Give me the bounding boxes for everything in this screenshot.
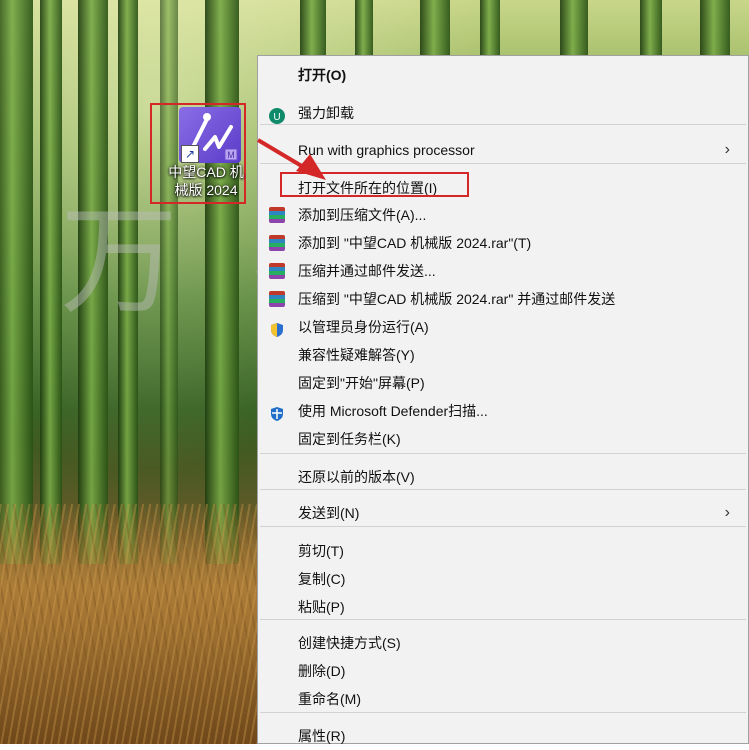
context-menu-item[interactable]: 创建快捷方式(S) [258,629,748,657]
context-menu: 打开(O) U 强力卸载 Run with graphics processor › 打开… [257,55,749,744]
context-menu-item[interactable]: 属性(R) [258,722,748,750]
menu-item-label: 粘贴(P) [298,599,345,615]
bamboo-stalk [78,0,108,564]
menu-separator [260,163,746,164]
bamboo-stalk [205,0,239,564]
menu-item-label: 添加到压缩文件(A)... [298,207,427,223]
chevron-right-icon: › [724,504,730,521]
menu-separator [260,489,746,490]
menu-item-label: 压缩并通过邮件发送... [298,263,436,279]
context-menu-item[interactable]: 固定到"开始"屏幕(P) [258,369,748,397]
uninstall-icon: U [269,105,285,124]
winrar-icon [269,263,285,279]
bamboo-stalk [0,0,33,564]
context-menu-item[interactable]: 固定到任务栏(K) [258,425,748,453]
shortcut-arrow-icon: ↗ [181,145,199,163]
context-menu-item[interactable]: 以管理员身份运行(A) [258,313,748,341]
menu-item-label: 压缩到 "中望CAD 机械版 2024.rar" 并通过邮件发送 [298,291,616,307]
context-menu-item[interactable]: 兼容性疑难解答(Y) [258,341,748,369]
menu-item-label: 发送到(N) [298,505,360,521]
context-menu-item[interactable]: 压缩到 "中望CAD 机械版 2024.rar" 并通过邮件发送 [258,285,748,313]
menu-item-highlight-box [280,172,469,197]
context-menu-item[interactable]: 删除(D) [258,657,748,685]
chevron-right-icon: › [724,141,730,158]
winrar-icon [269,291,285,307]
context-menu-item[interactable]: U 强力卸载 [258,99,748,127]
menu-item-label: 以管理员身份运行(A) [298,319,429,335]
menu-item-label: 添加到 "中望CAD 机械版 2024.rar"(T) [298,235,532,251]
svg-text:U: U [273,112,280,123]
menu-item-label: 固定到任务栏(K) [298,431,401,447]
context-menu-item[interactable]: 发送到(N) › [258,499,748,527]
menu-item-label: 兼容性疑难解答(Y) [298,347,415,363]
menu-separator [260,526,746,527]
context-menu-item[interactable]: 添加到 "中望CAD 机械版 2024.rar"(T) [258,229,748,257]
menu-item-label: 使用 Microsoft Defender扫描... [298,403,488,419]
menu-item-label: 固定到"开始"屏幕(P) [298,375,425,391]
winrar-icon [269,235,285,251]
bamboo-stalk [40,0,62,564]
menu-item-label: 剪切(T) [298,543,344,559]
menu-item-label: 删除(D) [298,663,346,679]
menu-item-label: 复制(C) [298,571,346,587]
context-menu-item[interactable]: 使用 Microsoft Defender扫描... [258,397,748,425]
menu-item-label: 打开(O) [298,67,347,83]
context-menu-item[interactable]: 添加到压缩文件(A)... [258,201,748,229]
menu-separator [260,453,746,454]
context-menu-item[interactable]: 复制(C) [258,565,748,593]
menu-item-label: 重命名(M) [298,691,361,707]
menu-separator [260,124,746,125]
desktop-icon-label[interactable]: 中望CAD 机械版 2024 [166,163,246,199]
menu-item-label: Run with graphics processor [298,142,475,158]
winrar-icon [269,207,285,223]
context-menu-item[interactable]: 还原以前的版本(V) [258,463,748,491]
context-menu-item[interactable]: Run with graphics processor › [258,136,748,164]
context-menu-item[interactable]: 剪切(T) [258,537,748,565]
context-menu-item[interactable]: 粘贴(P) [258,593,748,621]
bamboo-stalk [118,0,138,564]
menu-separator [260,712,746,713]
desktop-shortcut-zwcad[interactable]: M ↗ 中望CAD 机械版 2024 [150,103,250,207]
context-menu-item[interactable]: 压缩并通过邮件发送... [258,257,748,285]
context-menu-item[interactable]: 重命名(M) [258,685,748,713]
context-menu-item[interactable]: 打开(O) [258,61,748,89]
menu-item-label: 还原以前的版本(V) [298,469,415,485]
menu-item-label: 强力卸载 [298,105,354,121]
defender-icon [269,403,285,421]
shield-icon [269,319,285,337]
menu-item-label: 创建快捷方式(S) [298,635,401,651]
menu-separator [260,619,746,620]
bamboo-stalk [160,0,178,564]
menu-item-label: 属性(R) [298,728,346,744]
badge-m: M [227,150,235,160]
